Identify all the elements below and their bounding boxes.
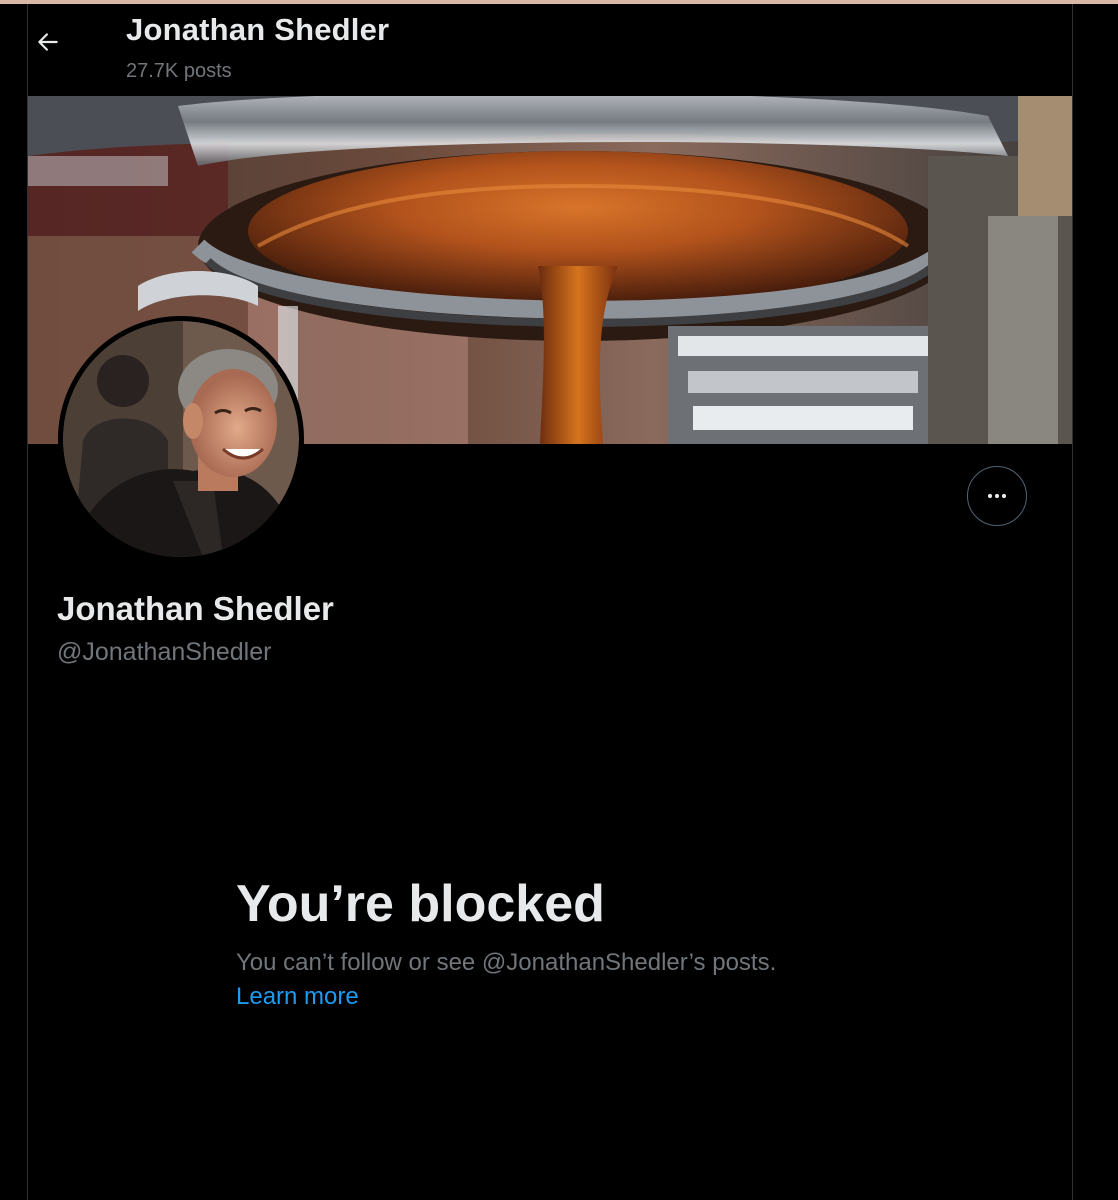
profile-name: Jonathan Shedler [57, 590, 334, 627]
more-options-button[interactable] [967, 466, 1027, 526]
arrow-left-icon [38, 33, 58, 51]
profile-handle: @JonathanShedler [57, 638, 272, 666]
avatar-photo [63, 321, 299, 557]
column-right-border [1072, 4, 1073, 1200]
blocked-message: You can’t follow or see @JonathanShedler… [236, 949, 777, 976]
back-button[interactable] [28, 22, 68, 62]
blocked-notice: You’re blocked You can’t follow or see @… [236, 872, 876, 1014]
header-posts-count: 27.7K posts [126, 60, 232, 82]
learn-more-link[interactable]: Learn more [236, 980, 359, 1014]
blocked-title: You’re blocked [236, 875, 605, 933]
header-title: Jonathan Shedler [126, 12, 390, 47]
profile-avatar[interactable] [58, 316, 304, 562]
more-horizontal-icon [987, 493, 1007, 499]
